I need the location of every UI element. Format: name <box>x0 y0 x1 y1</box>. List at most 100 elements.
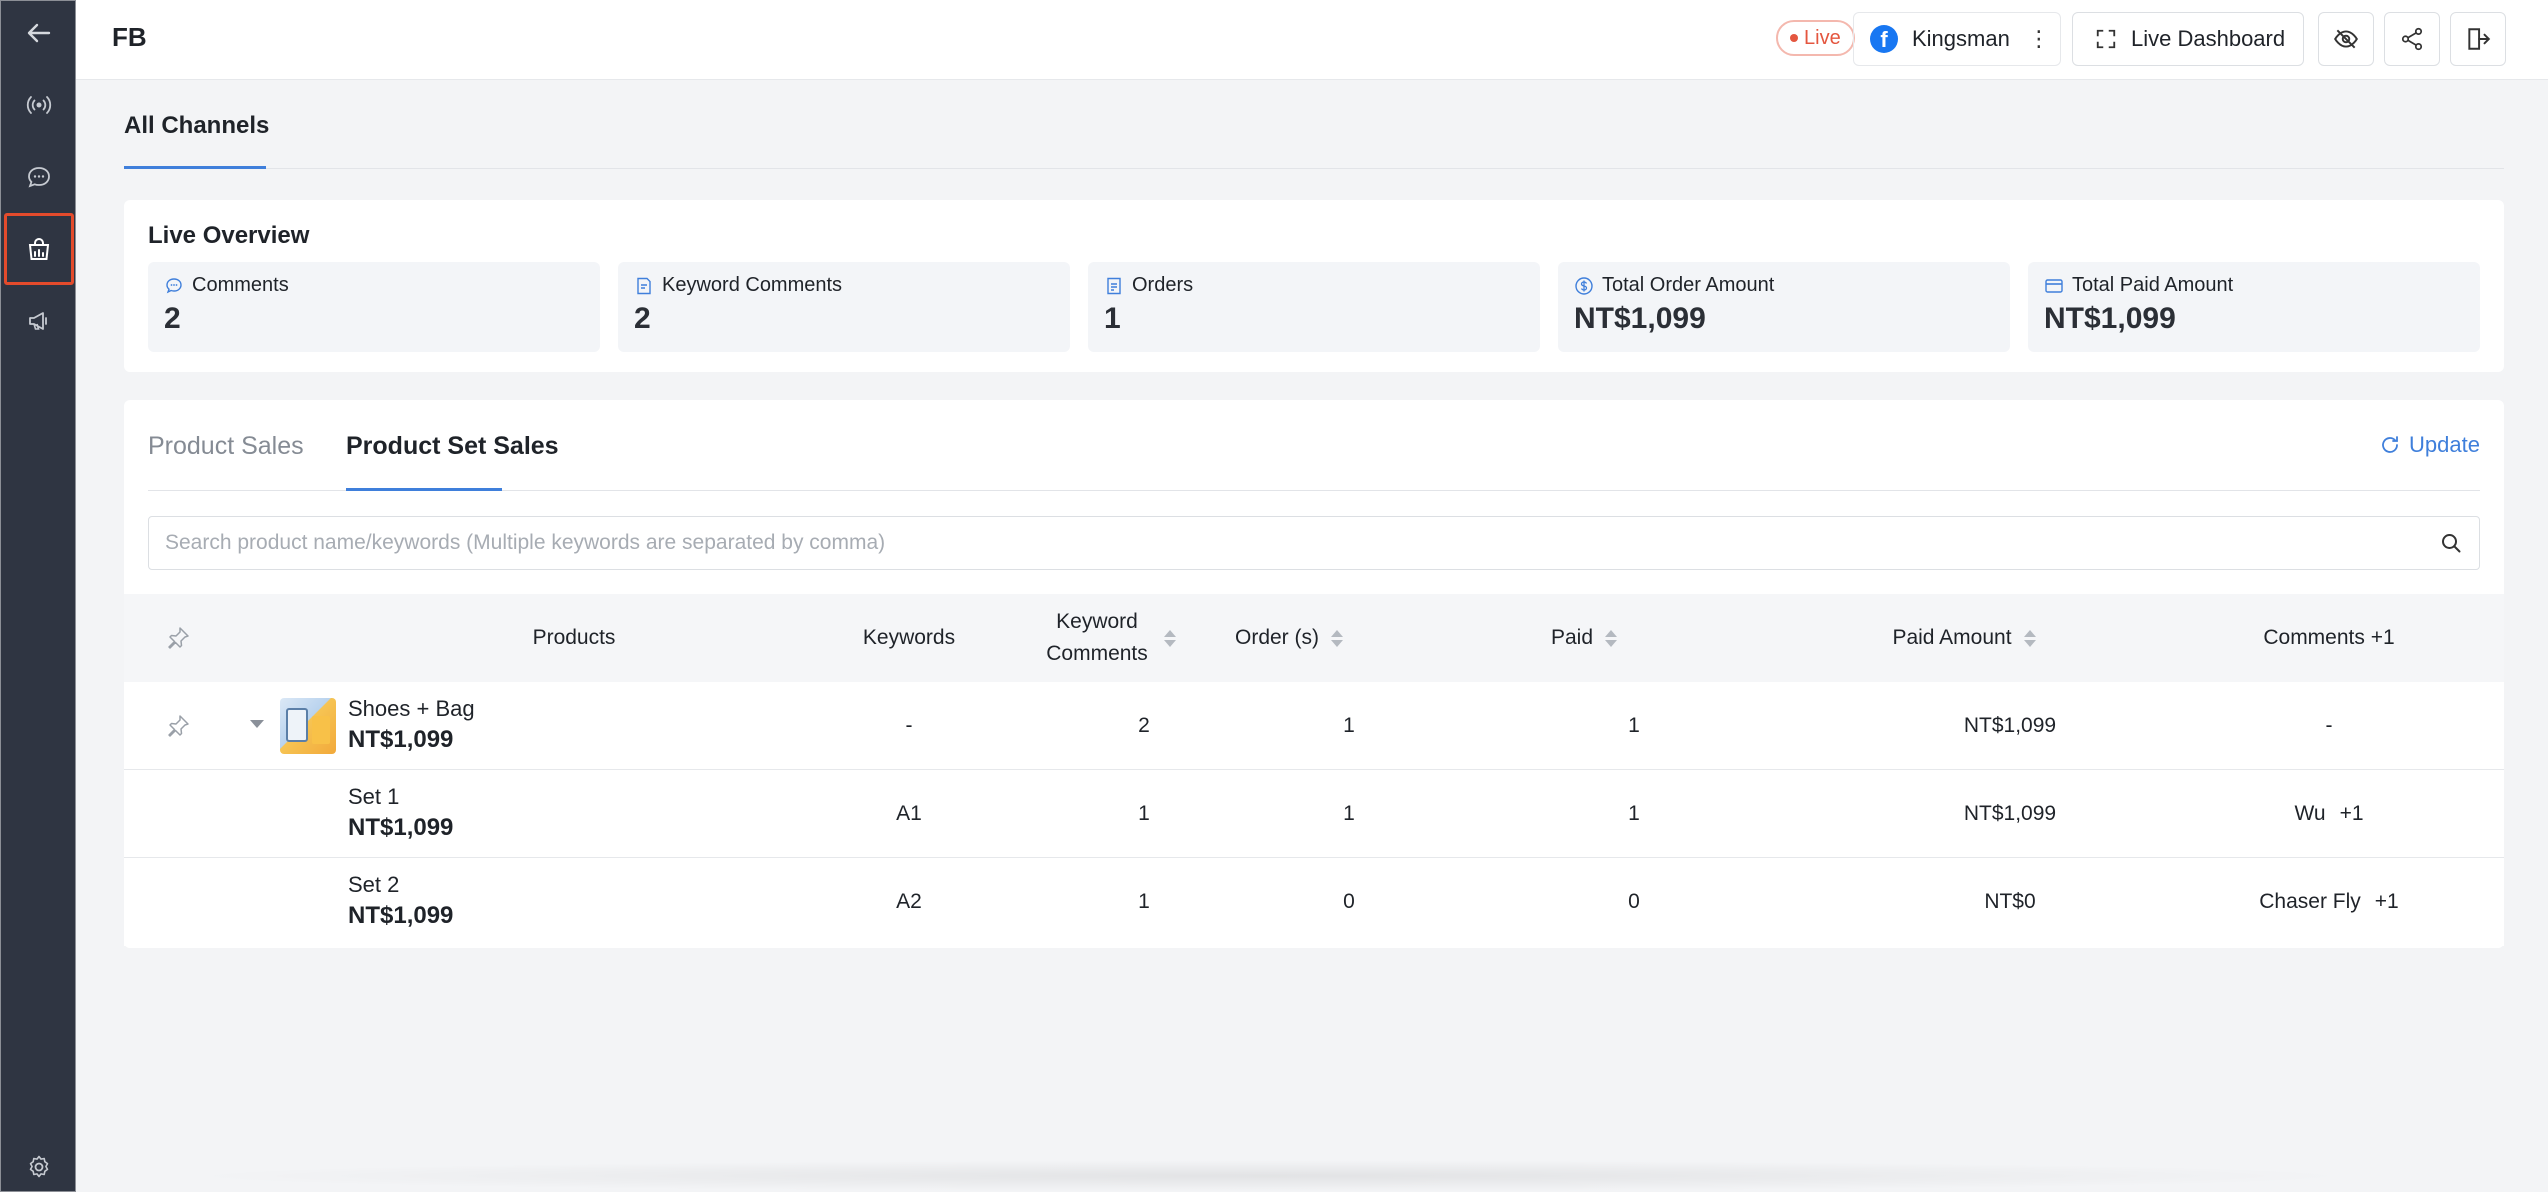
more-commenters-badge[interactable]: +1 <box>2375 890 2399 914</box>
column-header-orders[interactable]: Order (s) <box>1169 594 1409 682</box>
paid-amount-cell: NT$1,099 <box>1963 802 2057 825</box>
stat-value: NT$1,099 <box>1574 302 1706 335</box>
paid-cell: 1 <box>1628 802 1640 825</box>
live-status-badge: Live <box>1776 20 1855 56</box>
table-header: Products Keywords Keyword Comments Order… <box>124 594 2504 682</box>
more-commenters-badge[interactable]: +1 <box>2340 802 2364 826</box>
account-selector[interactable]: f Kingsman ⋮ <box>1853 12 2061 66</box>
commenter-name: - <box>2325 714 2333 737</box>
live-dashboard-label: Live Dashboard <box>2131 26 2286 51</box>
orders-cell: 0 <box>1343 890 1355 913</box>
live-dot-icon <box>1790 34 1798 42</box>
share-icon <box>2401 27 2423 51</box>
column-header-paid-amount[interactable]: Paid Amount <box>1764 594 2164 682</box>
table-row[interactable]: Shoes + Bag NT$1,099 - 2 1 1 NT$1,099 - <box>124 682 2504 770</box>
dollar-circle-icon <box>1575 276 1593 295</box>
product-name: Set 2 <box>348 872 400 897</box>
sidebar-item-live[interactable] <box>1 77 77 133</box>
column-label: Keyword Comments <box>1046 610 1148 665</box>
stat-keyword-comments: Keyword Comments 2 <box>618 262 1070 352</box>
product-price: NT$1,099 <box>348 726 454 753</box>
settings-button[interactable] <box>1 1139 77 1192</box>
sales-card: Product Sales Product Set Sales Update P… <box>124 400 2504 948</box>
live-label: Live <box>1804 26 1841 49</box>
keyword-doc-icon <box>637 277 651 294</box>
product-info: Set 2 NT$1,099 <box>348 872 453 930</box>
comments-cell[interactable]: Wu +1 <box>2179 770 2479 858</box>
share-button[interactable] <box>2384 12 2440 66</box>
broadcast-icon <box>26 96 52 114</box>
stat-label: Orders <box>1132 274 1194 296</box>
eye-off-icon <box>2334 29 2358 49</box>
pin-icon <box>168 627 189 649</box>
comments-cell: - <box>2179 682 2479 770</box>
comments-cell[interactable]: Chaser Fly +1 <box>2179 858 2479 946</box>
sidebar-item-comments[interactable] <box>1 149 77 205</box>
stat-total-paid-amount: Total Paid Amount NT$1,099 <box>2028 262 2480 352</box>
product-name: Set 1 <box>348 784 400 809</box>
live-dashboard-button[interactable]: Live Dashboard <box>2072 12 2304 66</box>
stat-value: 1 <box>1104 302 1121 335</box>
sidebar-item-marketing[interactable] <box>1 293 77 349</box>
stat-comments: Comments 2 <box>148 262 600 352</box>
sort-icon <box>1605 629 1618 647</box>
gear-icon <box>29 1155 49 1178</box>
page-title: FB <box>112 22 147 52</box>
column-header-paid[interactable]: Paid <box>1434 594 1734 682</box>
orders-cell: 1 <box>1343 714 1355 737</box>
column-label: Paid <box>1550 626 1594 649</box>
sidebar-item-sales[interactable] <box>4 213 74 285</box>
search-icon[interactable] <box>2439 531 2463 555</box>
pin-button[interactable] <box>148 682 208 770</box>
paid-cell: 1 <box>1628 714 1640 737</box>
more-options-icon[interactable]: ⋮ <box>2028 26 2050 52</box>
column-header-products: Products <box>532 626 616 649</box>
stat-value: 2 <box>164 302 181 335</box>
account-name: Kingsman <box>1912 26 2010 51</box>
facebook-icon: f <box>1870 25 1898 53</box>
table-row[interactable]: Set 1 NT$1,099 A1 1 1 1 NT$1,099 Wu +1 <box>124 770 2504 858</box>
order-doc-icon <box>1107 277 1121 294</box>
product-info: Set 1 NT$1,099 <box>348 784 453 842</box>
update-button[interactable]: Update <box>2379 432 2480 458</box>
commenter-name: Chaser Fly <box>2259 890 2361 913</box>
sidebar <box>0 0 76 1192</box>
back-button[interactable] <box>1 5 77 61</box>
exit-icon <box>2468 28 2491 50</box>
product-name: Shoes + Bag <box>348 696 475 721</box>
exit-button[interactable] <box>2450 12 2506 66</box>
product-price: NT$1,099 <box>348 814 454 841</box>
tab-product-sales[interactable]: Product Sales <box>148 432 304 461</box>
hide-button[interactable] <box>2318 12 2374 66</box>
sort-icon <box>2023 629 2036 647</box>
search-input[interactable] <box>149 517 2419 569</box>
stat-value: NT$1,099 <box>2044 302 2176 335</box>
live-overview-title: Live Overview <box>148 222 310 249</box>
tab-product-set-sales[interactable]: Product Set Sales <box>346 432 559 461</box>
stat-total-order-amount: Total Order Amount NT$1,099 <box>1558 262 2010 352</box>
arrow-left-icon <box>27 23 51 43</box>
comment-icon <box>166 277 182 293</box>
tab-all-channels[interactable]: All Channels <box>124 112 269 140</box>
stat-orders: Orders 1 <box>1088 262 1540 352</box>
search-box <box>148 516 2480 570</box>
update-label: Update <box>2409 432 2480 457</box>
table-row[interactable]: Set 2 NT$1,099 A2 1 0 0 NT$0 Chaser Fly … <box>124 858 2504 946</box>
stat-label: Total Paid Amount <box>2072 274 2234 296</box>
pin-column-header[interactable] <box>148 594 208 682</box>
expand-icon <box>2096 29 2116 49</box>
chat-icon <box>28 167 50 188</box>
live-overview-card: Live Overview Comments 2 Keyword Comment… <box>124 200 2504 372</box>
stat-value: 2 <box>634 302 651 335</box>
megaphone-icon <box>29 312 47 330</box>
expand-caret-icon[interactable] <box>250 720 264 728</box>
page-shadow <box>170 1160 2370 1192</box>
active-tab-indicator <box>346 488 502 491</box>
column-label: Paid Amount <box>1892 626 2012 649</box>
shopping-bag-chart-icon <box>28 238 50 260</box>
stat-label: Total Order Amount <box>1602 274 1775 296</box>
stat-label: Keyword Comments <box>662 274 843 296</box>
divider <box>124 168 2504 169</box>
stat-label: Comments <box>192 274 289 296</box>
paid-amount-cell: NT$1,099 <box>1963 714 2057 737</box>
